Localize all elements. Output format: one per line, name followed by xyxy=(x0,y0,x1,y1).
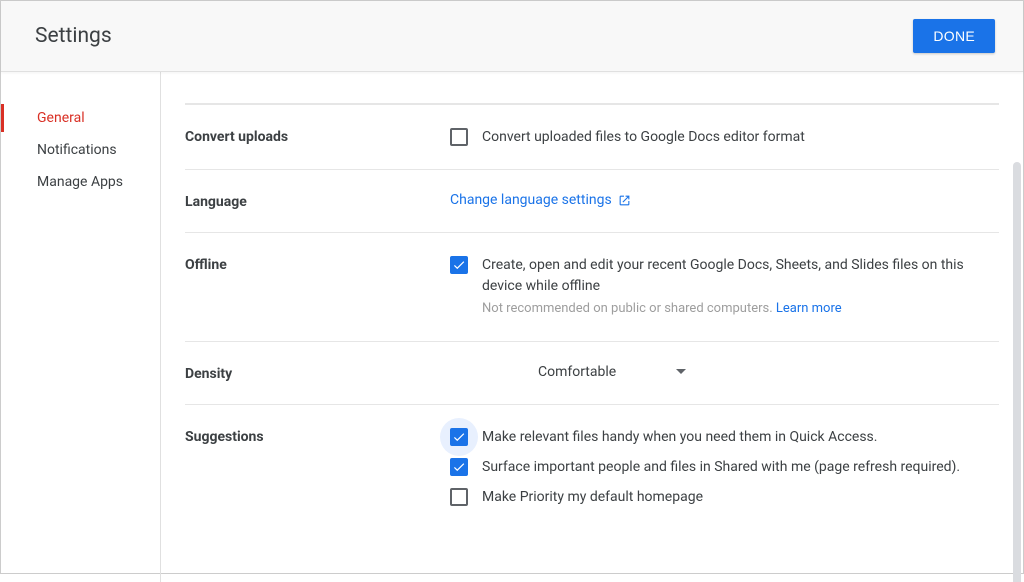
check-icon xyxy=(452,258,466,272)
row-suggestions: Suggestions Make relevant files handy wh… xyxy=(185,404,999,530)
done-button[interactable]: DONE xyxy=(913,19,995,53)
change-language-text: Change language settings xyxy=(450,192,612,208)
dialog-header: Settings DONE xyxy=(1,1,1023,72)
partial-prev-row xyxy=(185,72,999,104)
check-icon xyxy=(452,460,466,474)
offline-checkbox-row: Create, open and edit your recent Google… xyxy=(450,255,999,318)
row-label-language: Language xyxy=(185,192,450,210)
open-in-new-icon xyxy=(618,194,631,207)
convert-checkbox-label: Convert uploaded files to Google Docs ed… xyxy=(482,127,805,147)
offline-learn-more-link[interactable]: Learn more xyxy=(776,301,842,316)
sidebar-item-notifications[interactable]: Notifications xyxy=(1,136,160,164)
row-content-suggestions: Make relevant files handy when you need … xyxy=(450,427,999,508)
convert-checkbox-row: Convert uploaded files to Google Docs ed… xyxy=(450,127,999,147)
density-value: Comfortable xyxy=(538,364,616,380)
suggestion-label-0: Make relevant files handy when you need … xyxy=(482,427,877,447)
row-content-convert: Convert uploaded files to Google Docs ed… xyxy=(450,127,999,147)
row-convert-uploads: Convert uploads Convert uploaded files t… xyxy=(185,104,999,169)
sidebar-item-manage-apps[interactable]: Manage Apps xyxy=(1,168,160,196)
row-content-offline: Create, open and edit your recent Google… xyxy=(450,255,999,318)
sidebar-item-general[interactable]: General xyxy=(1,104,160,132)
offline-checkbox[interactable] xyxy=(450,256,468,274)
row-content-language: Change language settings xyxy=(450,192,999,208)
check-icon xyxy=(452,430,466,444)
offline-note: Not recommended on public or shared comp… xyxy=(482,300,999,319)
row-label-convert: Convert uploads xyxy=(185,127,450,145)
row-offline: Offline Create, open and edit your recen… xyxy=(185,232,999,340)
suggestion-checkbox-shared[interactable] xyxy=(450,458,468,476)
row-label-density: Density xyxy=(185,364,450,382)
offline-checkbox-label: Create, open and edit your recent Google… xyxy=(482,255,999,318)
suggestion-row-2: Make Priority my default homepage xyxy=(450,487,999,507)
settings-content: Convert uploads Convert uploaded files t… xyxy=(161,72,1023,582)
row-label-suggestions: Suggestions xyxy=(185,427,450,445)
dialog-body: General Notifications Manage Apps Conver… xyxy=(1,72,1023,582)
row-language: Language Change language settings xyxy=(185,169,999,232)
change-language-link[interactable]: Change language settings xyxy=(450,192,631,208)
row-label-offline: Offline xyxy=(185,255,450,273)
density-select[interactable]: Comfortable xyxy=(450,364,686,380)
scrollbar[interactable] xyxy=(1013,162,1021,582)
suggestion-label-2: Make Priority my default homepage xyxy=(482,487,703,507)
row-density: Density Comfortable xyxy=(185,341,999,404)
dialog-title: Settings xyxy=(35,24,112,48)
suggestion-row-1: Surface important people and files in Sh… xyxy=(450,457,999,477)
convert-checkbox[interactable] xyxy=(450,128,468,146)
suggestion-checkbox-priority[interactable] xyxy=(450,488,468,506)
chevron-down-icon xyxy=(676,369,686,374)
offline-note-prefix: Not recommended on public or shared comp… xyxy=(482,301,776,316)
offline-checkbox-text: Create, open and edit your recent Google… xyxy=(482,257,964,293)
row-content-density: Comfortable xyxy=(450,364,999,380)
suggestion-row-0: Make relevant files handy when you need … xyxy=(450,427,999,447)
sidebar: General Notifications Manage Apps xyxy=(1,72,161,582)
suggestion-checkbox-quick-access[interactable] xyxy=(450,428,468,446)
suggestion-label-1: Surface important people and files in Sh… xyxy=(482,457,960,477)
